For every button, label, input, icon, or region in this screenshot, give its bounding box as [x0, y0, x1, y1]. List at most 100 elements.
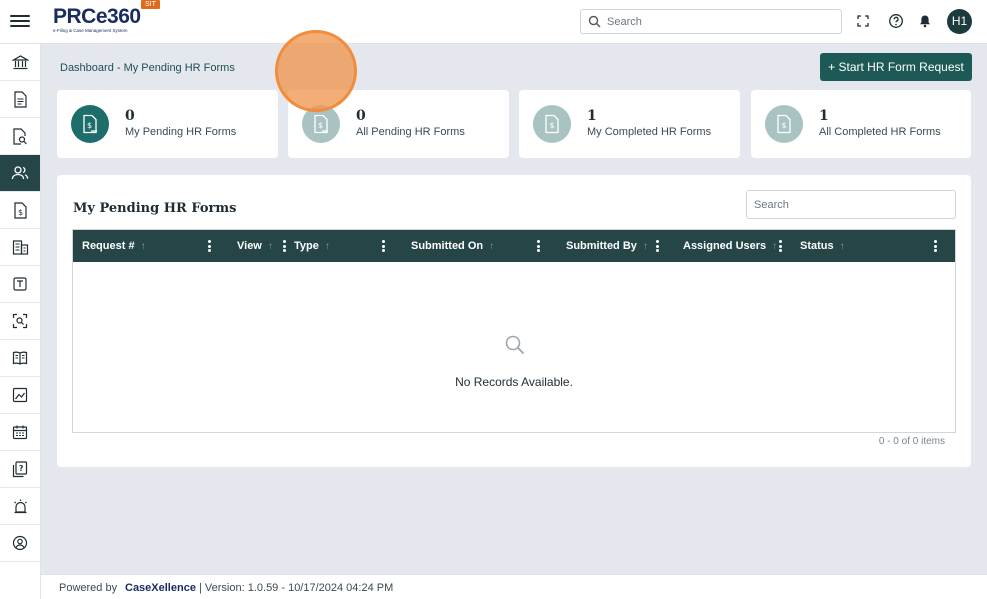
building-icon — [12, 240, 28, 255]
global-search-input[interactable] — [607, 13, 837, 30]
forms-grid: Request # ↑ View ↑ Type ↑ Submitted On ↑ Sub… — [72, 229, 956, 433]
breadcrumb[interactable]: Dashboard - My Pending HR Forms — [60, 62, 235, 74]
column-submitted-on[interactable]: Submitted On ↑ — [411, 230, 494, 262]
no-records-message: No Records Available. — [455, 375, 573, 389]
sidebar-item-questions[interactable]: ? — [0, 451, 40, 488]
footer: Powered by CaseXellence | Version: 1.0.5… — [41, 574, 987, 599]
svg-text:$: $ — [318, 121, 323, 130]
column-label: Request # — [82, 240, 135, 252]
column-menu-icon[interactable] — [934, 240, 937, 252]
sidebar-item-profile[interactable] — [0, 525, 40, 562]
document-search-icon — [13, 127, 27, 145]
stat-label: All Completed HR Forms — [819, 126, 941, 138]
stat-label: All Pending HR Forms — [356, 126, 465, 138]
sidebar-item-institution[interactable] — [0, 44, 40, 81]
start-hr-form-request-button[interactable]: + Start HR Form Request — [820, 53, 972, 81]
sidebar-item-templates[interactable] — [0, 266, 40, 303]
grid-header: Request # ↑ View ↑ Type ↑ Submitted On ↑ Sub… — [73, 230, 955, 262]
sidebar-item-documents[interactable] — [0, 81, 40, 118]
touch-indicator — [275, 30, 357, 112]
book-icon — [12, 351, 28, 365]
sidebar-item-buildings[interactable] — [0, 229, 40, 266]
search-icon — [588, 15, 601, 28]
column-menu-icon[interactable] — [283, 240, 286, 252]
svg-text:$: $ — [549, 121, 554, 130]
sidebar-item-users[interactable] — [0, 155, 40, 192]
column-label: Status — [800, 240, 834, 252]
logo-text: PRCe360 — [53, 5, 141, 28]
no-records-search-icon — [505, 335, 525, 355]
user-avatar[interactable]: H1 — [947, 9, 972, 34]
pager-info: 0 - 0 of 0 items — [878, 436, 945, 447]
sort-arrow-icon: ↑ — [772, 241, 778, 252]
sidebar-item-reports[interactable] — [0, 377, 40, 414]
template-icon — [13, 277, 27, 291]
top-bar: PRCe360 e-Filing & Case Management Syste… — [0, 0, 987, 44]
question-document-icon: ? — [12, 460, 28, 477]
chart-icon — [12, 387, 28, 403]
stat-value: 0 — [356, 108, 366, 124]
calendar-icon — [12, 425, 28, 440]
column-label: Assigned Users — [683, 240, 767, 252]
pending-forms-panel: My Pending HR Forms Request # ↑ View ↑ Typ… — [57, 175, 971, 467]
column-label: View — [237, 240, 262, 252]
scan-icon — [12, 313, 28, 329]
global-search[interactable] — [580, 9, 842, 34]
sort-arrow-icon: ↑ — [267, 241, 273, 252]
app-logo[interactable]: PRCe360 e-Filing & Case Management Syste… — [53, 0, 160, 34]
user-circle-icon — [12, 535, 28, 551]
stat-value: 1 — [587, 108, 597, 124]
dollar-document-icon: $ — [71, 105, 109, 143]
version-info: | Version: 1.0.59 - 10/17/2024 04:24 PM — [199, 582, 394, 594]
sidebar: $ ? — [0, 44, 41, 599]
column-type[interactable]: Type ↑ — [294, 230, 330, 262]
sidebar-item-alerts[interactable] — [0, 488, 40, 525]
stat-label: My Completed HR Forms — [587, 126, 712, 138]
sidebar-item-scan[interactable] — [0, 303, 40, 340]
document-icon — [13, 90, 27, 108]
column-assigned-users[interactable]: Assigned Users ↑ — [683, 230, 777, 262]
stat-card-my-completed[interactable]: $ 1 My Completed HR Forms — [519, 90, 740, 158]
column-menu-icon[interactable] — [537, 240, 540, 252]
users-icon — [11, 166, 29, 180]
sort-arrow-icon: ↑ — [140, 241, 146, 252]
menu-icon[interactable] — [10, 12, 30, 32]
column-submitted-by[interactable]: Submitted By ↑ — [566, 230, 648, 262]
svg-text:?: ? — [19, 464, 23, 473]
fullscreen-icon[interactable] — [855, 13, 871, 29]
svg-text:$: $ — [17, 208, 22, 217]
help-icon[interactable] — [888, 13, 904, 29]
stat-label: My Pending HR Forms — [125, 126, 237, 138]
alarm-icon — [13, 499, 27, 513]
column-menu-icon[interactable] — [656, 240, 659, 252]
stat-card-my-pending[interactable]: $ 0 My Pending HR Forms — [57, 90, 278, 158]
sidebar-item-billing[interactable]: $ — [0, 192, 40, 229]
logo-subtitle: e-Filing & Case Management System — [53, 28, 128, 33]
column-label: Type — [294, 240, 319, 252]
stat-value: 1 — [819, 108, 829, 124]
stat-value: 0 — [125, 108, 135, 124]
dollar-document-icon: $ — [533, 105, 571, 143]
column-label: Submitted By — [566, 240, 637, 252]
institution-icon — [11, 54, 29, 69]
grid-search-input[interactable] — [746, 190, 956, 219]
sort-arrow-icon: ↑ — [642, 241, 648, 252]
column-view[interactable]: View ↑ — [237, 230, 273, 262]
svg-text:$: $ — [87, 121, 92, 130]
sidebar-item-calendar[interactable] — [0, 414, 40, 451]
column-menu-icon[interactable] — [382, 240, 385, 252]
sidebar-item-document-search[interactable] — [0, 118, 40, 155]
sidebar-item-library[interactable] — [0, 340, 40, 377]
bell-icon[interactable] — [917, 13, 933, 29]
column-menu-icon[interactable] — [208, 240, 211, 252]
column-request-number[interactable]: Request # ↑ — [82, 230, 146, 262]
dollar-document-icon: $ — [13, 201, 27, 219]
env-badge: SIT — [141, 0, 160, 9]
stat-card-all-completed[interactable]: $ 1 All Completed HR Forms — [751, 90, 971, 158]
column-label: Submitted On — [411, 240, 484, 252]
column-status[interactable]: Status ↑ — [800, 230, 845, 262]
column-menu-icon[interactable] — [779, 240, 782, 252]
dollar-document-icon: $ — [765, 105, 803, 143]
casexellence-logo: CaseXellence — [125, 582, 196, 594]
sort-arrow-icon: ↑ — [839, 241, 845, 252]
